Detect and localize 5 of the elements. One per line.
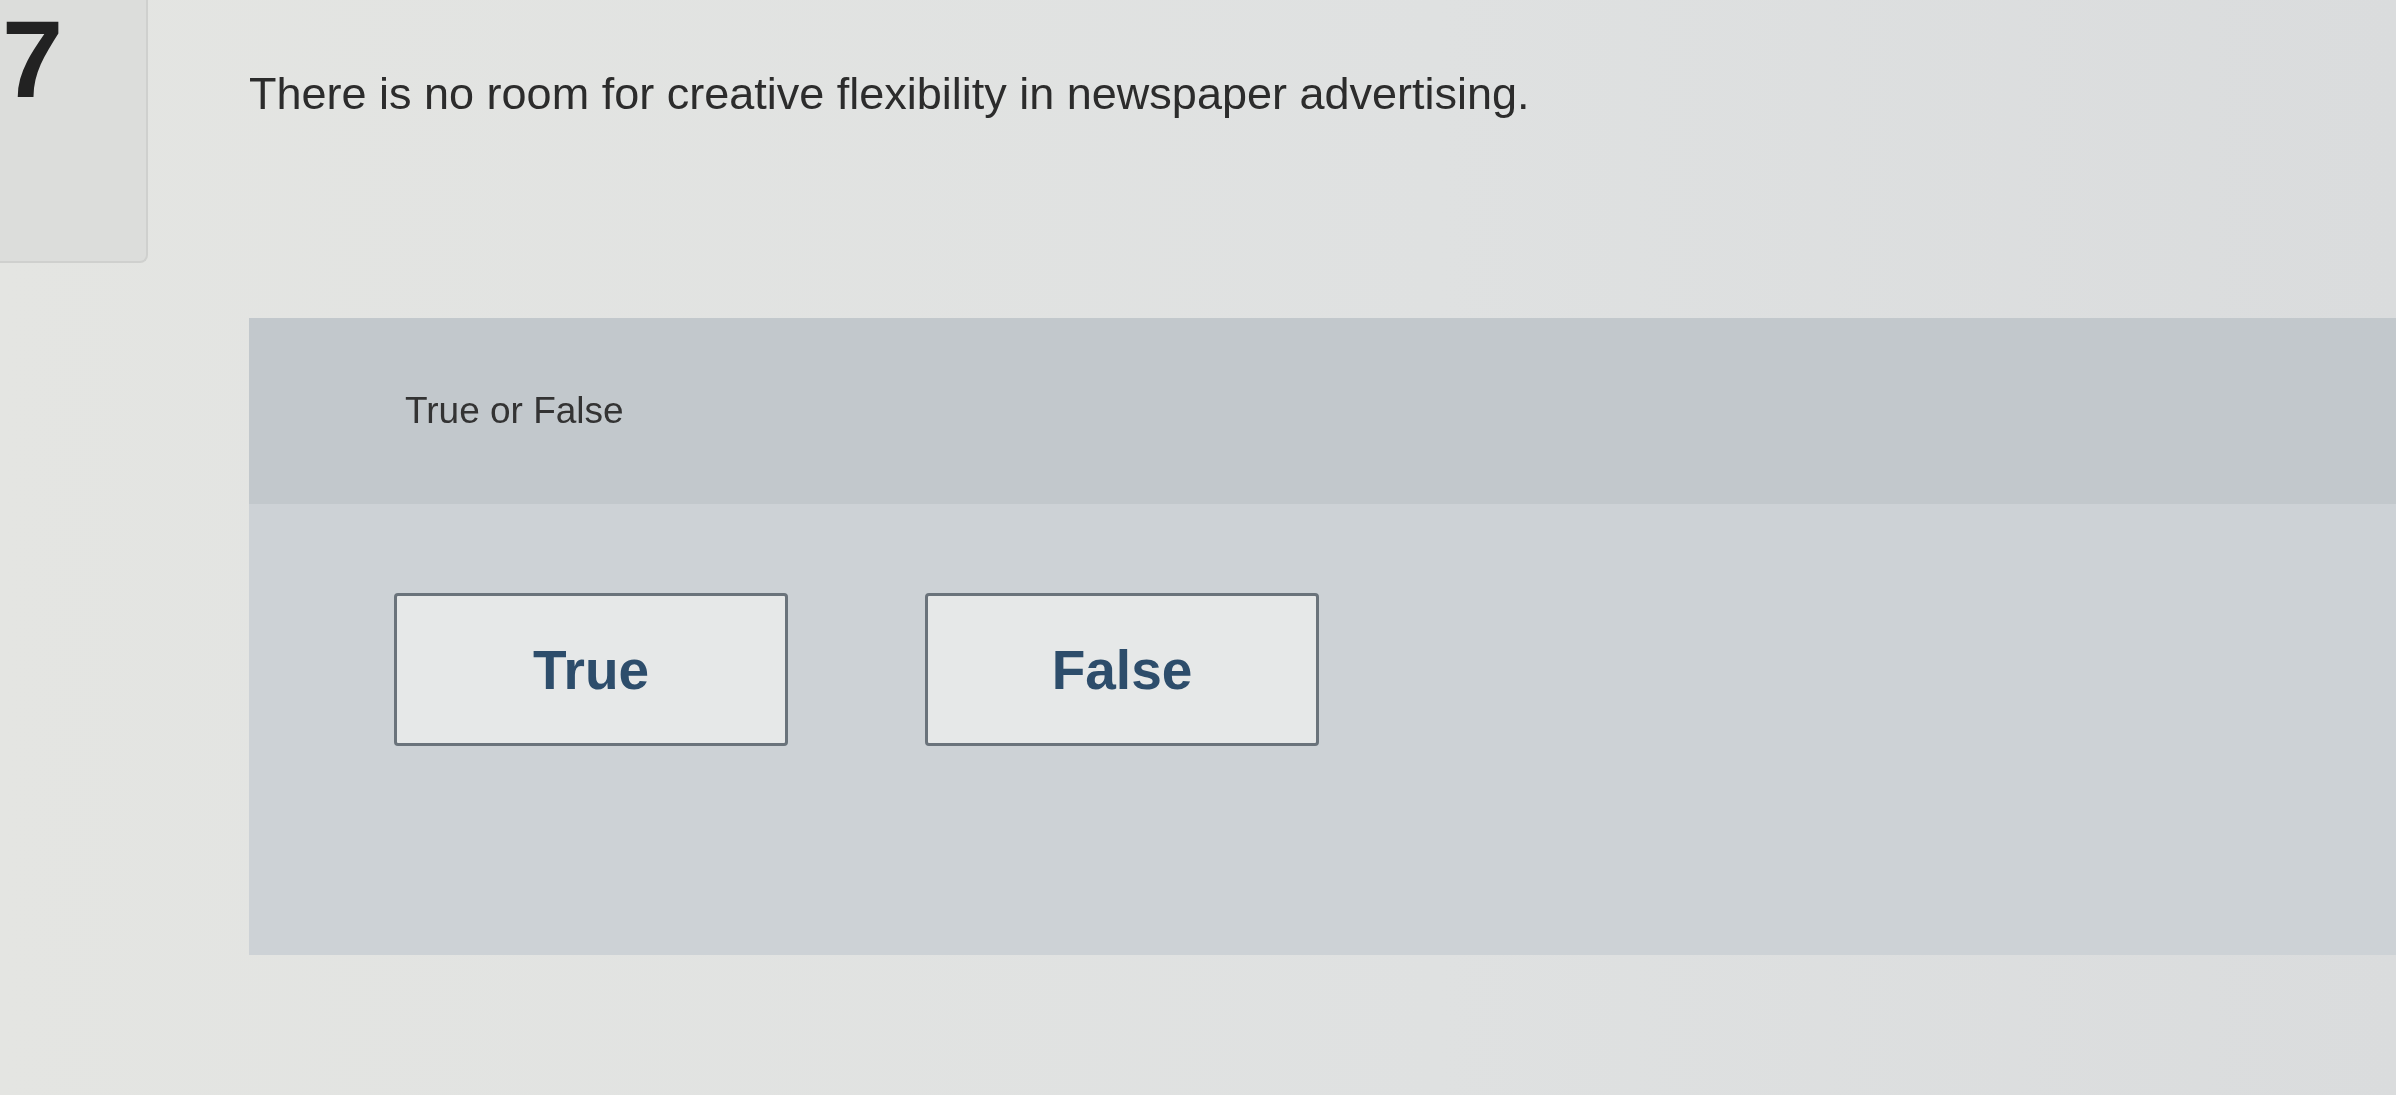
answer-button[interactable]: True [394,593,788,746]
answer-button[interactable]: False [925,593,1319,746]
question-number: 7 [1,0,64,114]
question-text: There is no room for creative flexibility in newspaper advertising. [249,67,1531,121]
instruction-text: True or False [405,390,624,432]
